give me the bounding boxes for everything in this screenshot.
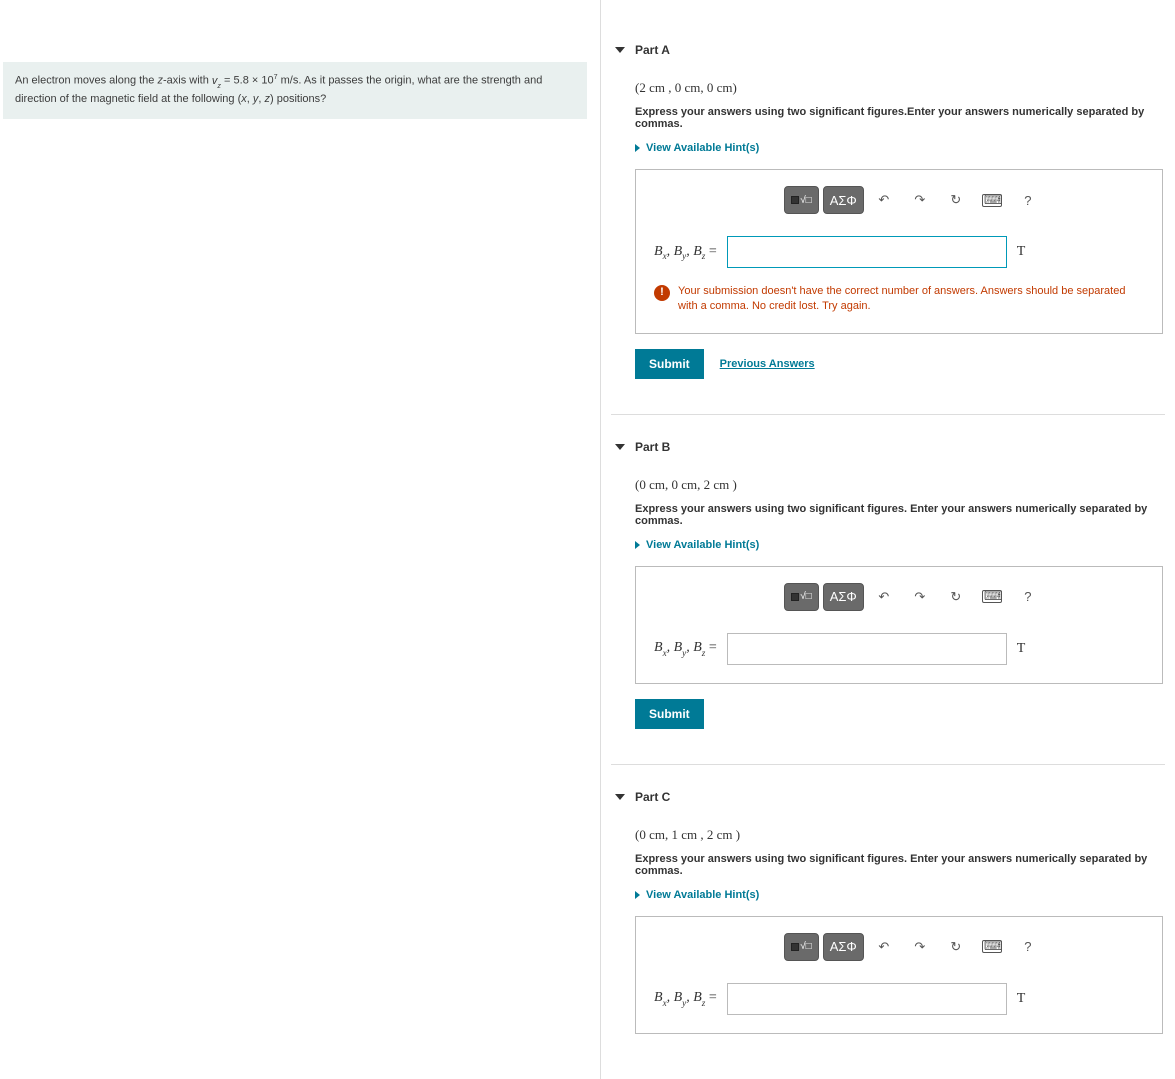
symbols-label: ΑΣΦ (830, 939, 857, 954)
part-a-title: Part A (635, 43, 670, 57)
answer-variable-label: Bx, By, Bz = (654, 990, 717, 1007)
keyboard-icon (982, 194, 1002, 207)
undo-button[interactable]: ↶ (868, 933, 900, 961)
part-b-header[interactable]: Part B (611, 437, 1165, 467)
answer-box-b: √□ ΑΣΦ ↶ ↷ ↻ ? Bx, By, Bz = T (635, 566, 1163, 684)
part-a-header[interactable]: Part A (611, 40, 1165, 70)
caret-down-icon (615, 47, 625, 53)
reset-button[interactable]: ↻ (940, 186, 972, 214)
caret-right-icon (635, 541, 640, 549)
part-b: Part B (0 cm, 0 cm, 2 cm ) Express your … (611, 437, 1165, 729)
unit-label: T (1017, 244, 1026, 260)
part-c-header[interactable]: Part C (611, 787, 1165, 817)
undo-button[interactable]: ↶ (868, 186, 900, 214)
reset-button[interactable]: ↻ (940, 933, 972, 961)
part-a-coords: (2 cm , 0 cm, 0 cm) (635, 80, 1163, 96)
symbols-tool-button[interactable]: ΑΣΦ (823, 933, 864, 961)
hints-label: View Available Hint(s) (646, 142, 759, 154)
divider (611, 764, 1165, 765)
error-message: ! Your submission doesn't have the corre… (654, 284, 1144, 315)
view-hints-link[interactable]: View Available Hint(s) (635, 889, 1163, 901)
answer-box-c: √□ ΑΣΦ ↶ ↷ ↻ ? Bx, By, Bz = T (635, 916, 1163, 1034)
hints-label: View Available Hint(s) (646, 539, 759, 551)
answer-input-c[interactable] (727, 983, 1007, 1015)
fraction-tool-button[interactable]: √□ (784, 933, 819, 961)
symbols-tool-button[interactable]: ΑΣΦ (823, 583, 864, 611)
caret-down-icon (615, 444, 625, 450)
help-button[interactable]: ? (1012, 933, 1044, 961)
fraction-tool-button[interactable]: √□ (784, 583, 819, 611)
help-button[interactable]: ? (1012, 583, 1044, 611)
symbols-label: ΑΣΦ (830, 589, 857, 604)
keyboard-button[interactable] (976, 186, 1008, 214)
symbols-tool-button[interactable]: ΑΣΦ (823, 186, 864, 214)
reset-button[interactable]: ↻ (940, 583, 972, 611)
symbols-label: ΑΣΦ (830, 193, 857, 208)
undo-button[interactable]: ↶ (868, 583, 900, 611)
caret-down-icon (615, 794, 625, 800)
part-b-coords: (0 cm, 0 cm, 2 cm ) (635, 477, 1163, 493)
part-c: Part C (0 cm, 1 cm , 2 cm ) Express your… (611, 787, 1165, 1034)
keyboard-icon (982, 590, 1002, 603)
editor-toolbar: √□ ΑΣΦ ↶ ↷ ↻ ? (654, 186, 1144, 214)
caret-right-icon (635, 891, 640, 899)
unit-label: T (1017, 641, 1026, 657)
fraction-tool-button[interactable]: √□ (784, 186, 819, 214)
unit-label: T (1017, 991, 1026, 1007)
keyboard-icon (982, 940, 1002, 953)
part-b-title: Part B (635, 440, 670, 454)
answer-variable-label: Bx, By, Bz = (654, 640, 717, 657)
answer-box-a: √□ ΑΣΦ ↶ ↷ ↻ ? Bx, By, Bz = T ! (635, 169, 1163, 334)
hints-label: View Available Hint(s) (646, 889, 759, 901)
problem-text: An electron moves along the (15, 75, 157, 87)
part-c-title: Part C (635, 790, 670, 804)
editor-toolbar: √□ ΑΣΦ ↶ ↷ ↻ ? (654, 933, 1144, 961)
error-icon: ! (654, 285, 670, 301)
keyboard-button[interactable] (976, 583, 1008, 611)
redo-button[interactable]: ↷ (904, 186, 936, 214)
part-c-coords: (0 cm, 1 cm , 2 cm ) (635, 827, 1163, 843)
error-text: Your submission doesn't have the correct… (678, 284, 1144, 315)
editor-toolbar: √□ ΑΣΦ ↶ ↷ ↻ ? (654, 583, 1144, 611)
redo-button[interactable]: ↷ (904, 583, 936, 611)
part-a: Part A (2 cm , 0 cm, 0 cm) Express your … (611, 40, 1165, 379)
problem-statement: An electron moves along the z-axis with … (3, 62, 587, 119)
keyboard-button[interactable] (976, 933, 1008, 961)
help-button[interactable]: ? (1012, 186, 1044, 214)
caret-right-icon (635, 144, 640, 152)
answer-variable-label: Bx, By, Bz = (654, 244, 717, 261)
redo-button[interactable]: ↷ (904, 933, 936, 961)
view-hints-link[interactable]: View Available Hint(s) (635, 539, 1163, 551)
answer-input-a[interactable] (727, 236, 1007, 268)
answer-input-b[interactable] (727, 633, 1007, 665)
part-b-instructions: Express your answers using two significa… (635, 503, 1163, 527)
part-a-instructions: Express your answers using two significa… (635, 106, 1163, 130)
submit-button[interactable]: Submit (635, 699, 704, 729)
previous-answers-link[interactable]: Previous Answers (720, 358, 815, 370)
part-c-instructions: Express your answers using two significa… (635, 853, 1163, 877)
divider (611, 414, 1165, 415)
view-hints-link[interactable]: View Available Hint(s) (635, 142, 1163, 154)
submit-button[interactable]: Submit (635, 349, 704, 379)
